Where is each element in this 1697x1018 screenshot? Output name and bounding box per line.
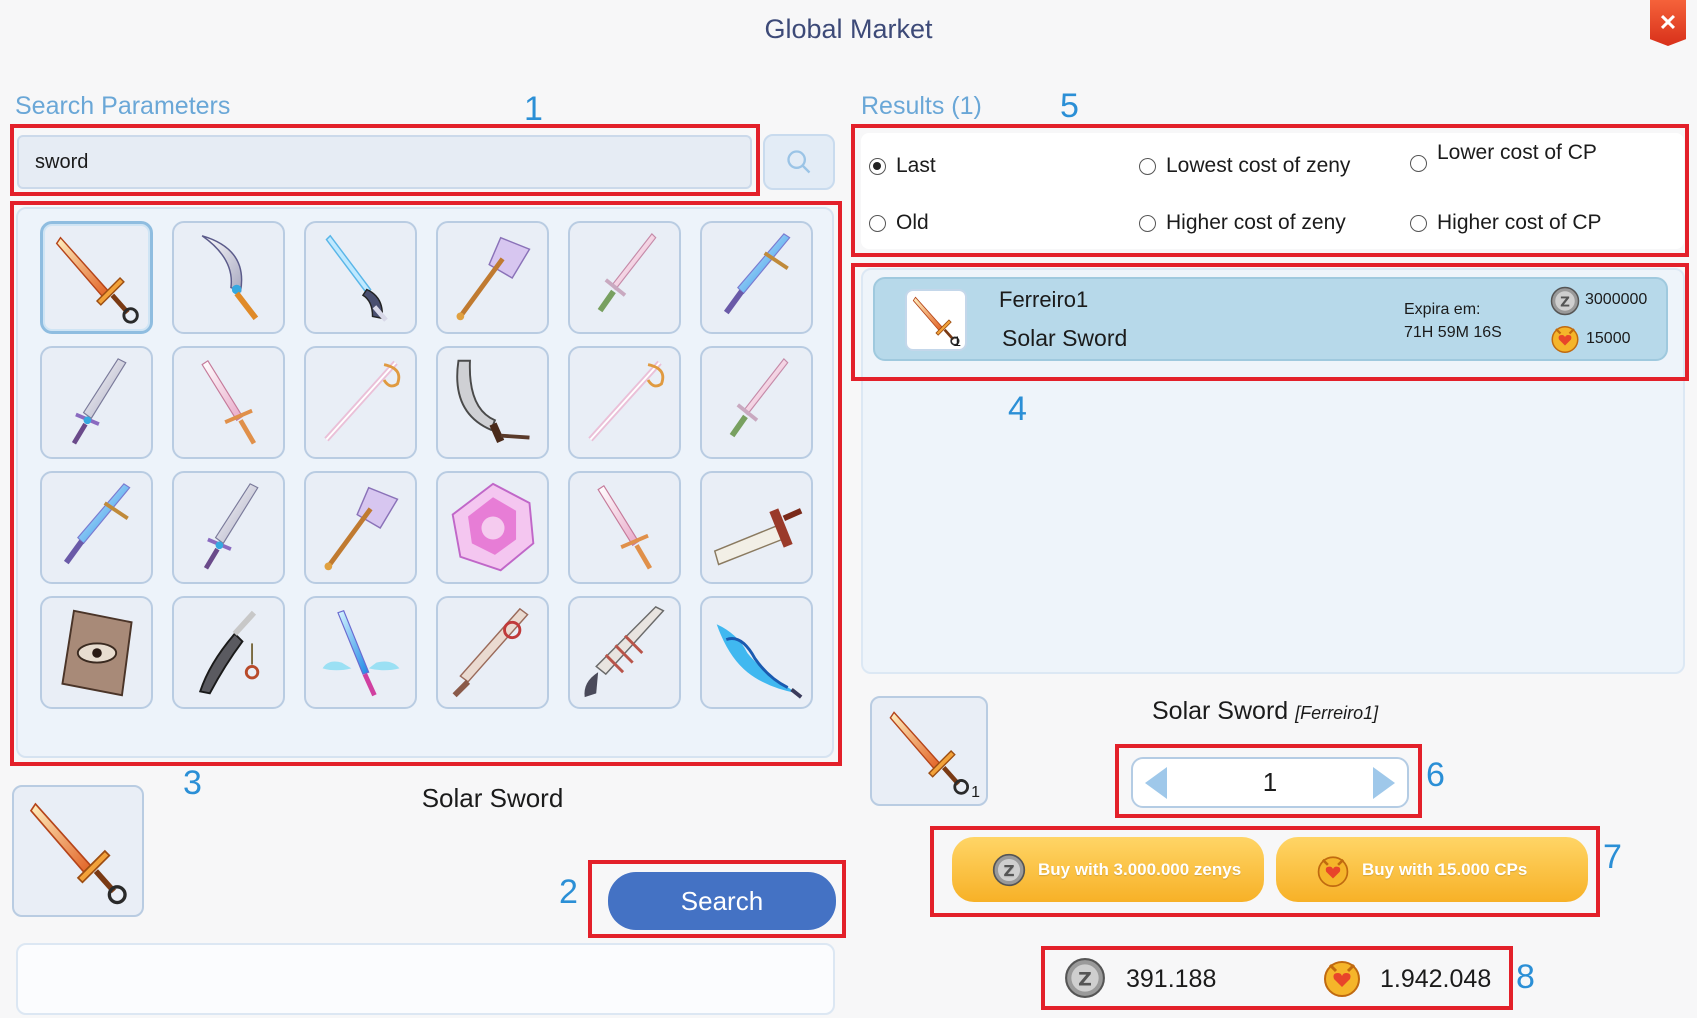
close-icon: ✕ [1658,10,1678,35]
annotation-number: 4 [1008,390,1027,428]
annotation-box-2 [588,860,846,938]
close-button[interactable]: ✕ [1650,0,1686,46]
detail-item-thumb: 1 [870,696,988,806]
annotation-number: 5 [1060,87,1079,125]
detail-thumb-quantity: 1 [971,784,980,801]
selected-item-name: Solar Sword [421,783,564,813]
annotation-number: 2 [559,873,578,911]
detail-seller: [Ferreiro1] [1295,703,1379,723]
detail-title: Solar Sword [Ferreiro1] [1152,697,1378,726]
results-label: Results (1) [861,92,982,120]
annotation-number: 6 [1426,756,1445,794]
annotation-number: 7 [1603,838,1622,876]
search-icon-button[interactable] [763,134,835,190]
annotation-box-1 [10,124,760,196]
annotation-box-4 [851,263,1689,381]
annotation-box-3 [10,201,842,766]
annotation-number: 3 [183,764,202,802]
search-parameters-label: Search Parameters [15,92,231,120]
annotation-box-6 [1115,744,1422,818]
orange-sword-icon [22,795,134,907]
window-title: Global Market [764,14,933,44]
annotation-box-7 [930,826,1600,917]
selected-item-preview [12,785,144,917]
message-field [16,943,835,1015]
annotation-number: 8 [1516,958,1535,996]
search-icon [785,148,813,176]
detail-item-name: Solar Sword [1152,697,1289,725]
orange-sword-icon [883,705,975,797]
annotation-number: 1 [524,90,543,128]
annotation-box-5 [851,124,1689,257]
annotation-box-8 [1041,946,1513,1010]
